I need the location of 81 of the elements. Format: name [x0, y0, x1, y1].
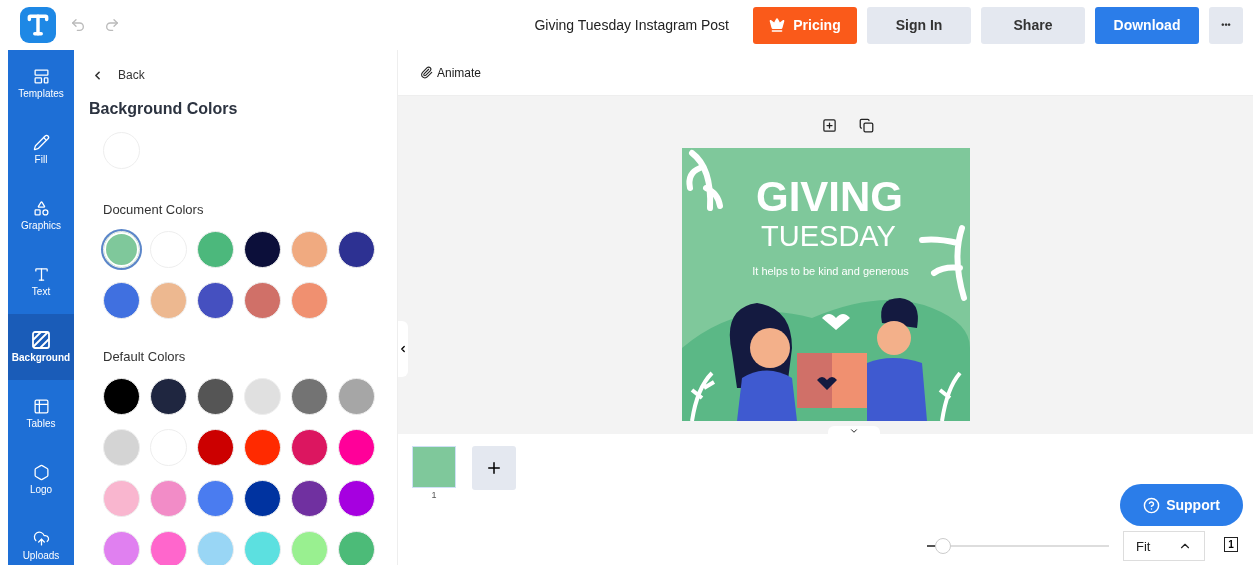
pricing-button[interactable]: Pricing: [753, 6, 857, 44]
color-swatch[interactable]: [291, 480, 328, 517]
color-swatch[interactable]: [338, 231, 375, 268]
color-swatch[interactable]: [150, 282, 187, 319]
app-logo[interactable]: [20, 7, 56, 43]
color-swatch[interactable]: [197, 531, 234, 565]
color-swatch[interactable]: [244, 282, 281, 319]
header-button[interactable]: Download: [1095, 6, 1199, 44]
panel-title: Background Colors: [89, 100, 239, 118]
color-swatch[interactable]: [244, 531, 281, 565]
copy-icon[interactable]: [858, 117, 874, 133]
document-title: Giving Tuesday Instagram Post: [534, 17, 729, 33]
expand-pages-button[interactable]: [827, 426, 880, 436]
design-title: GIVING: [756, 176, 903, 218]
pencil-icon: [32, 133, 50, 151]
color-swatch[interactable]: [197, 282, 234, 319]
hexagon-icon: [32, 463, 50, 481]
page-thumbnail[interactable]: [412, 446, 456, 488]
color-swatch[interactable]: [197, 231, 234, 268]
color-swatch[interactable]: [244, 429, 281, 466]
add-page-icon[interactable]: [821, 117, 837, 133]
shapes-icon: [32, 199, 50, 217]
collapse-panel-button[interactable]: [398, 321, 408, 377]
color-swatch[interactable]: [338, 480, 375, 517]
color-swatch[interactable]: [244, 231, 281, 268]
color-swatch[interactable]: [291, 282, 328, 319]
table-icon: [32, 397, 50, 415]
chevron-down-icon: [848, 426, 859, 436]
text-icon: [32, 265, 50, 283]
sidebar-item[interactable]: Tables: [8, 380, 74, 446]
color-swatch[interactable]: [103, 429, 140, 466]
section-title: Document Colors: [103, 202, 205, 217]
crown-icon: [769, 17, 786, 33]
sidebar-item[interactable]: Text: [8, 248, 74, 314]
sidebar-item[interactable]: Uploads: [8, 512, 74, 565]
color-swatch[interactable]: [197, 429, 234, 466]
header-button[interactable]: Sign In: [867, 6, 971, 44]
design-tagline: It helps to be kind and generous: [752, 265, 909, 277]
page-number: 1: [431, 490, 437, 500]
color-swatch[interactable]: [150, 480, 187, 517]
template-icon: [32, 67, 50, 85]
design-subtitle: TUESDAY: [761, 222, 896, 251]
help-icon: [1143, 496, 1161, 514]
color-swatch[interactable]: [150, 378, 187, 415]
page-count[interactable]: 1: [1224, 536, 1238, 552]
section-title: Default Colors: [103, 349, 187, 364]
chevron-left-icon: [398, 344, 408, 354]
zoom-select[interactable]: Fit: [1123, 531, 1205, 561]
color-swatch[interactable]: [197, 378, 234, 415]
color-swatch[interactable]: [103, 231, 140, 268]
color-swatch[interactable]: [244, 378, 281, 415]
color-swatch[interactable]: [150, 531, 187, 565]
sidebar-item[interactable]: Graphics: [8, 182, 74, 248]
add-page-button[interactable]: [472, 446, 516, 490]
color-swatch[interactable]: [291, 378, 328, 415]
header-button[interactable]: Share: [981, 6, 1085, 44]
color-swatch[interactable]: [244, 480, 281, 517]
cloud-upload-icon: [32, 529, 50, 547]
color-swatch[interactable]: [103, 480, 140, 517]
sidebar-item[interactable]: Background: [8, 314, 74, 380]
color-swatch[interactable]: [291, 429, 328, 466]
sidebar-item[interactable]: Logo: [8, 446, 74, 512]
color-swatch[interactable]: [197, 480, 234, 517]
sidebar-item[interactable]: Fill: [8, 116, 74, 182]
back-button[interactable]: Back: [89, 50, 397, 82]
color-swatch[interactable]: [103, 282, 140, 319]
paperclip-icon: [420, 66, 433, 79]
color-swatch[interactable]: [338, 378, 375, 415]
sidebar-item[interactable]: Templates: [8, 50, 74, 116]
support-button[interactable]: Support: [1120, 484, 1243, 526]
more-button[interactable]: •••: [1209, 6, 1243, 44]
hatched-square-icon: [32, 331, 50, 349]
color-swatch[interactable]: [291, 531, 328, 565]
color-swatch[interactable]: [103, 531, 140, 565]
zoom-handle[interactable]: [934, 538, 951, 554]
color-swatch[interactable]: [338, 531, 375, 565]
color-swatch[interactable]: [291, 231, 328, 268]
color-swatch[interactable]: [103, 378, 140, 415]
animate-button[interactable]: Animate: [420, 65, 482, 80]
color-swatch[interactable]: [338, 429, 375, 466]
plus-icon: [485, 459, 503, 477]
